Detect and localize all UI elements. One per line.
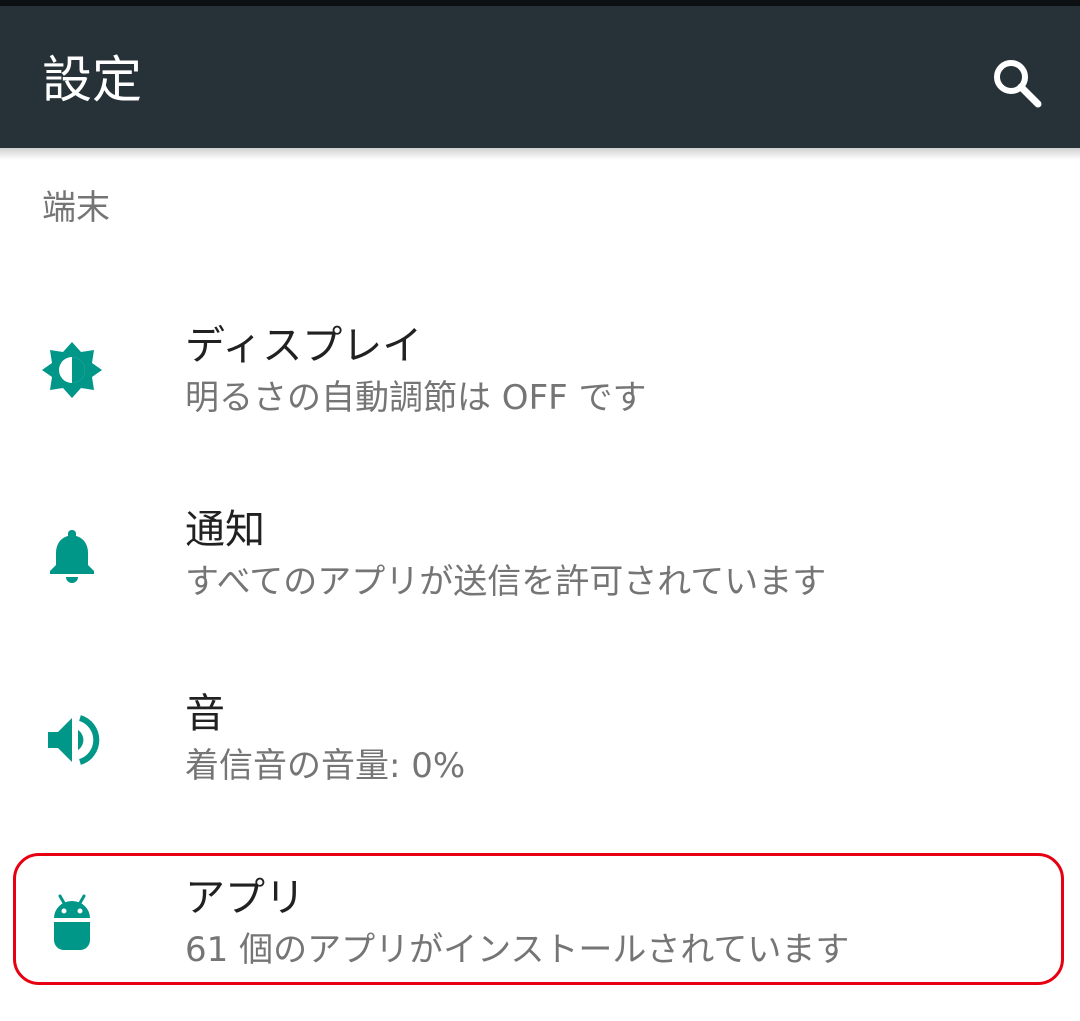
settings-item-title: 通知 — [185, 507, 265, 553]
settings-item-title: ディスプレイ — [185, 323, 423, 369]
settings-item-summary: 61 個のアプリがインストールされています — [185, 930, 850, 970]
app-toolbar: 設定 — [0, 6, 1080, 148]
volume-icon — [48, 715, 100, 765]
settings-item-summary: すべてのアプリが送信を許可されています — [185, 562, 827, 602]
settings-item-notifications[interactable]: 通知 すべてのアプリが送信を許可されています — [0, 464, 1080, 648]
bell-icon — [50, 530, 94, 583]
page-title: 設定 — [42, 51, 142, 109]
settings-item-display[interactable]: ディスプレイ 明るさの自動調節は OFF です — [0, 280, 1080, 464]
settings-item-sound[interactable]: 音 着信音の音量: 0% — [0, 648, 1080, 832]
settings-item-summary: 着信音の音量: 0% — [185, 746, 466, 786]
android-icon — [54, 894, 90, 950]
brightness-icon — [42, 342, 102, 398]
toolbar-shadow — [0, 148, 1080, 160]
search-icon — [994, 60, 1042, 108]
settings-item-summary: 明るさの自動調節は OFF です — [185, 378, 647, 418]
settings-item-title: アプリ — [185, 875, 305, 921]
search-button[interactable] — [984, 50, 1050, 116]
section-header-device: 端末 — [42, 188, 110, 228]
settings-item-apps[interactable]: アプリ 61 個のアプリがインストールされています — [0, 832, 1080, 1016]
settings-item-title: 音 — [185, 691, 225, 737]
